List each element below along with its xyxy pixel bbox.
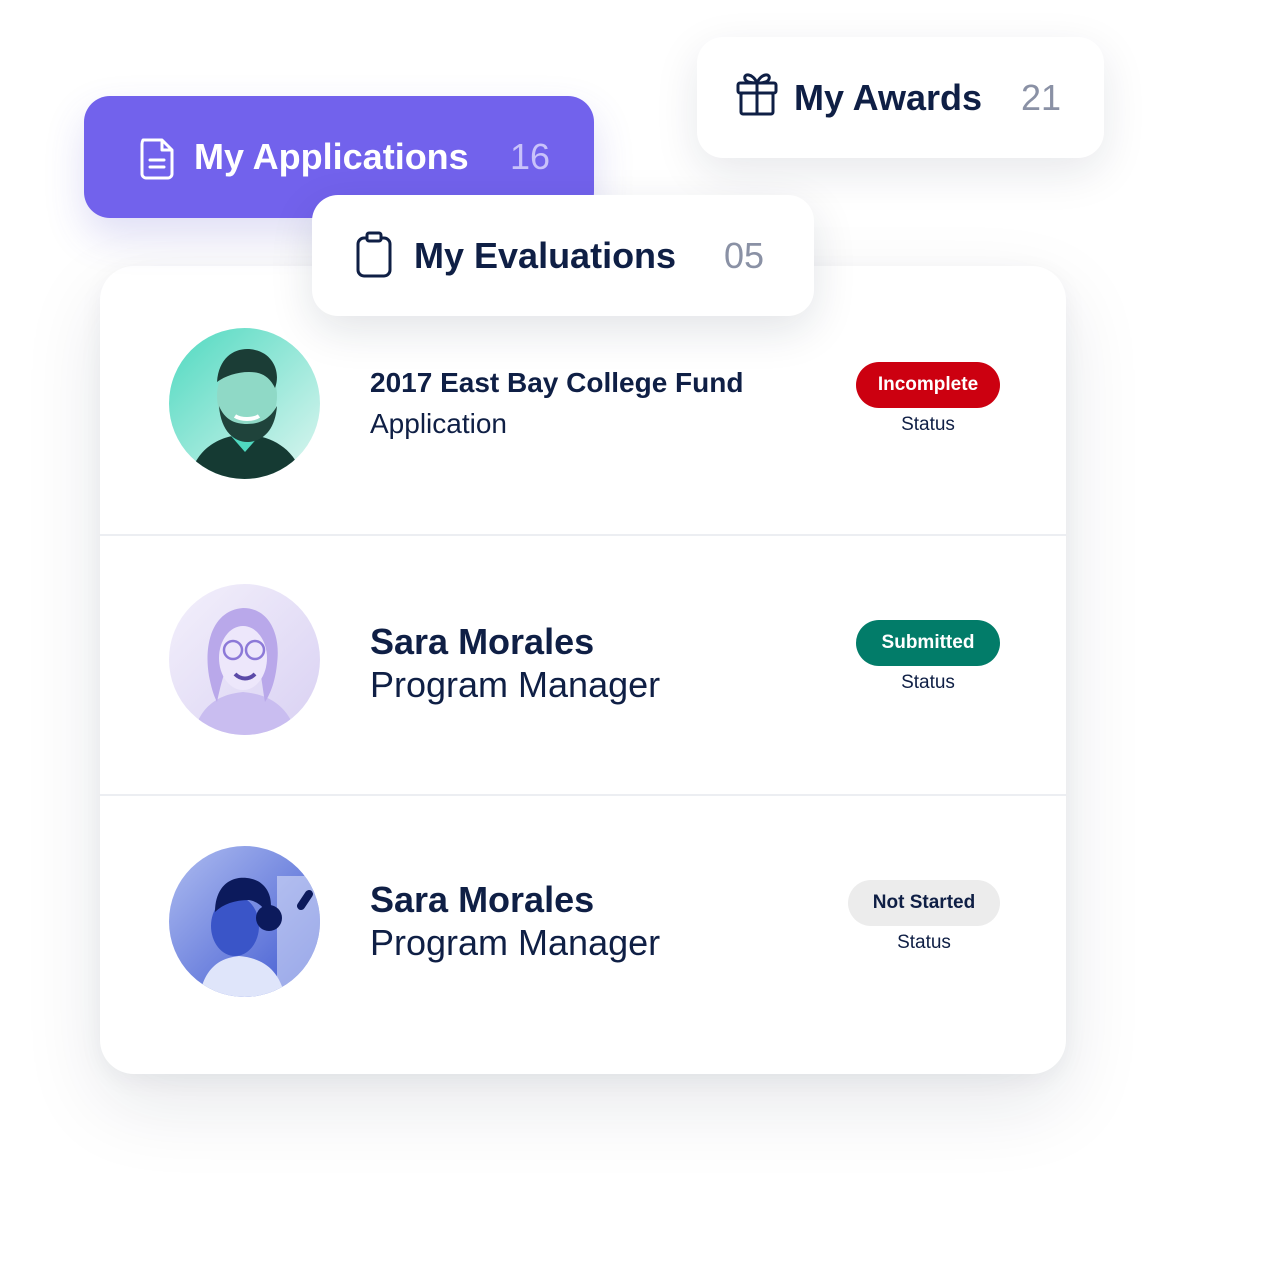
- status-group: Incomplete Status: [848, 362, 1008, 436]
- avatar: [169, 584, 320, 735]
- clipboard-icon: [354, 231, 394, 284]
- avatar: [169, 846, 320, 997]
- item-subtitle: Program Manager: [370, 922, 661, 963]
- status-caption: Status: [901, 672, 955, 693]
- status-caption: Status: [901, 414, 955, 435]
- list-item[interactable]: Sara Morales Program Manager Submitted S…: [100, 536, 1066, 796]
- applications-list-card: 2017 East Bay College Fund Application I…: [100, 266, 1066, 1074]
- item-title: 2017 East Bay College Fund: [370, 367, 744, 398]
- status-group: Submitted Status: [848, 620, 1008, 694]
- tab-label: My Applications: [194, 136, 469, 177]
- item-title: Sara Morales: [370, 621, 595, 662]
- tab-count: 21: [1021, 76, 1062, 118]
- tab-awards[interactable]: My Awards 21: [697, 37, 1104, 158]
- tab-label: My Awards: [794, 76, 983, 118]
- avatar: [169, 328, 320, 479]
- document-icon: [138, 136, 176, 185]
- tab-count: 05: [724, 234, 765, 276]
- status-badge: Incomplete: [856, 362, 1000, 408]
- status-group: Not Started Status: [844, 880, 1004, 954]
- list-item[interactable]: Sara Morales Program Manager Not Started…: [100, 796, 1066, 1074]
- tab-count: 16: [510, 136, 551, 177]
- tab-label: My Evaluations: [414, 234, 677, 276]
- status-badge: Not Started: [848, 880, 1000, 926]
- gift-icon: [735, 67, 779, 122]
- tab-evaluations[interactable]: My Evaluations 05: [312, 195, 814, 316]
- item-subtitle: Application: [370, 408, 507, 439]
- status-badge: Submitted: [856, 620, 1000, 666]
- item-subtitle: Program Manager: [370, 664, 661, 705]
- status-caption: Status: [897, 932, 951, 953]
- item-title: Sara Morales: [370, 879, 595, 920]
